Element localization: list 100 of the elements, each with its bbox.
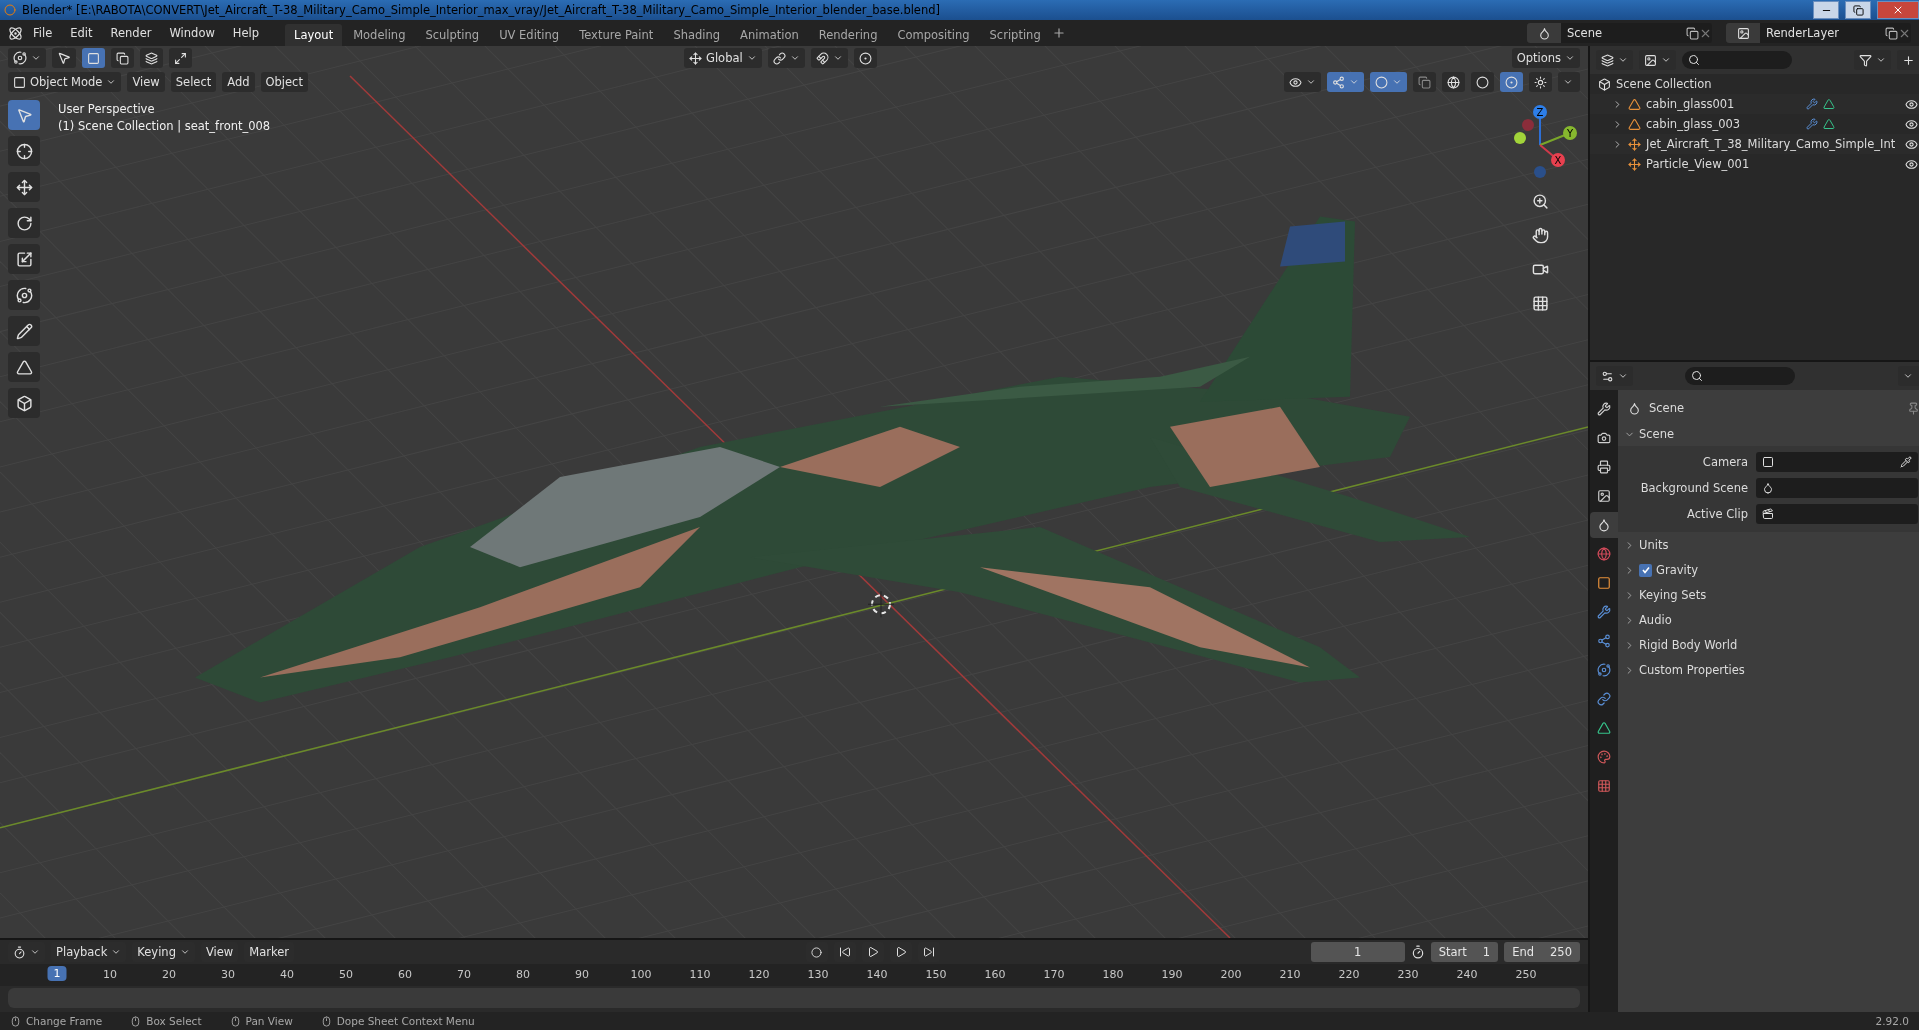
search-field[interactable] — [1685, 367, 1795, 385]
tool-button[interactable] — [8, 136, 40, 166]
new-collection-button[interactable] — [1897, 50, 1919, 70]
image-stack-icon — [1644, 53, 1657, 67]
panel-header[interactable]: Scene — [1624, 422, 1919, 446]
current-frame-field[interactable]: 1 — [1310, 942, 1405, 962]
gizmo-button[interactable] — [1327, 72, 1364, 92]
window-title: Blender* [E:\RABOTA\CONVERT\Jet_Aircraft_T-38_Military_Camo_Simple_Interior_max_vray/Jet_Aircraft_T-38_Military_Camo_Simple_Interior_blender_base.blend] — [22, 3, 942, 17]
view-layer-selector[interactable]: RenderLayer — [1726, 23, 1911, 43]
panel-header[interactable]: Audio — [1624, 608, 1919, 632]
status-hint: Box Select — [130, 1015, 202, 1027]
frame-number: 210 — [1279, 968, 1301, 981]
workspace-tab[interactable]: Modeling — [344, 24, 415, 46]
mesh-data-icon — [1597, 721, 1611, 735]
select-box-icon — [87, 51, 100, 65]
select-mode-button[interactable] — [82, 48, 105, 68]
panel-header[interactable]: Rigid Body World — [1624, 633, 1919, 657]
tool-button[interactable] — [8, 316, 40, 346]
select-mode-button[interactable] — [140, 48, 163, 68]
shading-button[interactable] — [1529, 72, 1552, 92]
editor-type-button[interactable] — [8, 48, 46, 68]
field-label: Background Scene — [1639, 481, 1748, 495]
workspace-tab[interactable]: Layout — [285, 24, 343, 46]
caret-icon — [31, 53, 41, 63]
zoom-icon — [1531, 192, 1549, 210]
tool-button[interactable] — [8, 352, 40, 382]
pivot-dropdown[interactable] — [767, 48, 805, 68]
workspace-tab[interactable]: Texture Paint — [570, 24, 663, 46]
caret-icon — [1563, 77, 1573, 87]
workspace-tab[interactable]: Rendering — [809, 24, 887, 46]
workspace-tab[interactable]: Scripting — [980, 24, 1050, 46]
select-mode-button[interactable] — [169, 48, 192, 68]
pointer-icon — [57, 51, 71, 65]
viewport-menu[interactable]: Select — [170, 72, 217, 92]
frame-number: 90 — [575, 968, 590, 981]
shading-button[interactable] — [1442, 72, 1465, 92]
cube-icon — [15, 394, 33, 412]
tool-button[interactable] — [8, 388, 40, 418]
panel-header[interactable]: Units — [1624, 533, 1919, 557]
workspace-tab[interactable]: Compositing — [888, 24, 979, 46]
search-field[interactable] — [1682, 51, 1792, 69]
editor-type-button[interactable] — [1596, 366, 1633, 386]
proportional-edit-button[interactable] — [853, 48, 877, 68]
options-dropdown[interactable]: Options — [1511, 48, 1580, 68]
tool-button[interactable] — [8, 172, 40, 202]
playhead[interactable]: 1 — [47, 966, 67, 981]
xray-button[interactable] — [1413, 72, 1436, 92]
play-icon — [895, 946, 907, 958]
panel-header[interactable]: Gravity — [1624, 558, 1919, 582]
viewport-menu[interactable]: Add — [222, 72, 255, 92]
end-frame-field[interactable]: End 250 — [1504, 942, 1580, 962]
printer-icon — [1597, 460, 1611, 474]
duplicate-icon — [1885, 26, 1898, 40]
rotate-icon — [15, 214, 33, 232]
panel-header[interactable]: Keying Sets — [1624, 583, 1919, 607]
solid-sphere-icon — [1476, 75, 1489, 89]
snap-button[interactable] — [810, 48, 848, 68]
object-field[interactable] — [1756, 452, 1919, 472]
workspace-tab[interactable]: Animation — [731, 24, 808, 46]
transform-orientation-dropdown[interactable]: Global — [684, 48, 762, 68]
menu-item[interactable]: Help — [224, 23, 268, 43]
eye-icon — [1289, 75, 1302, 89]
panel-header[interactable]: Custom Properties — [1624, 658, 1919, 682]
filter-button[interactable] — [1854, 50, 1892, 70]
visibility-button[interactable] — [1284, 72, 1321, 92]
workspace-tab[interactable]: Shading — [664, 24, 730, 46]
start-frame-field[interactable]: Start 1 — [1430, 942, 1499, 962]
properties-tab[interactable] — [1590, 512, 1618, 538]
navigation-gizmo[interactable]: Z Y X — [1500, 100, 1580, 180]
tool-button[interactable] — [52, 48, 76, 68]
tool-button[interactable] — [8, 244, 40, 274]
object-field[interactable] — [1756, 478, 1919, 498]
editor-type-button[interactable] — [1596, 50, 1633, 70]
app-logo-icon — [8, 25, 23, 41]
overlay-button[interactable] — [1370, 72, 1407, 92]
checkbox[interactable] — [1639, 563, 1652, 577]
workspace-tab[interactable]: Sculpting — [416, 24, 489, 46]
menu-item[interactable]: Edit — [62, 23, 101, 43]
viewport-menu[interactable]: View — [127, 72, 165, 92]
mode-dropdown[interactable]: Object Mode — [8, 72, 122, 92]
viewport-menu[interactable]: Object — [260, 72, 308, 92]
mouse-icon — [10, 1015, 21, 1027]
menu-item[interactable]: Window — [161, 23, 223, 43]
caret-icon — [1876, 55, 1887, 65]
frame-number: 50 — [339, 968, 354, 981]
tool-button[interactable] — [8, 280, 40, 310]
object-field[interactable] — [1756, 504, 1919, 524]
shading-button[interactable] — [1471, 72, 1494, 92]
tool-button[interactable] — [8, 208, 40, 238]
menu-item[interactable]: File — [25, 23, 61, 43]
menu-item[interactable]: Render — [102, 23, 160, 43]
pin-icon — [1907, 401, 1919, 415]
move-icon — [15, 178, 33, 196]
display-mode-button[interactable] — [1639, 50, 1676, 70]
select-mode-button[interactable] — [111, 48, 134, 68]
empty-axes-icon — [1628, 157, 1641, 171]
maximize-button[interactable] — [1845, 1, 1871, 19]
scene-selector[interactable]: Scene — [1527, 23, 1712, 43]
frame-number: 100 — [630, 968, 652, 981]
workspace-tab[interactable]: UV Editing — [490, 24, 569, 46]
